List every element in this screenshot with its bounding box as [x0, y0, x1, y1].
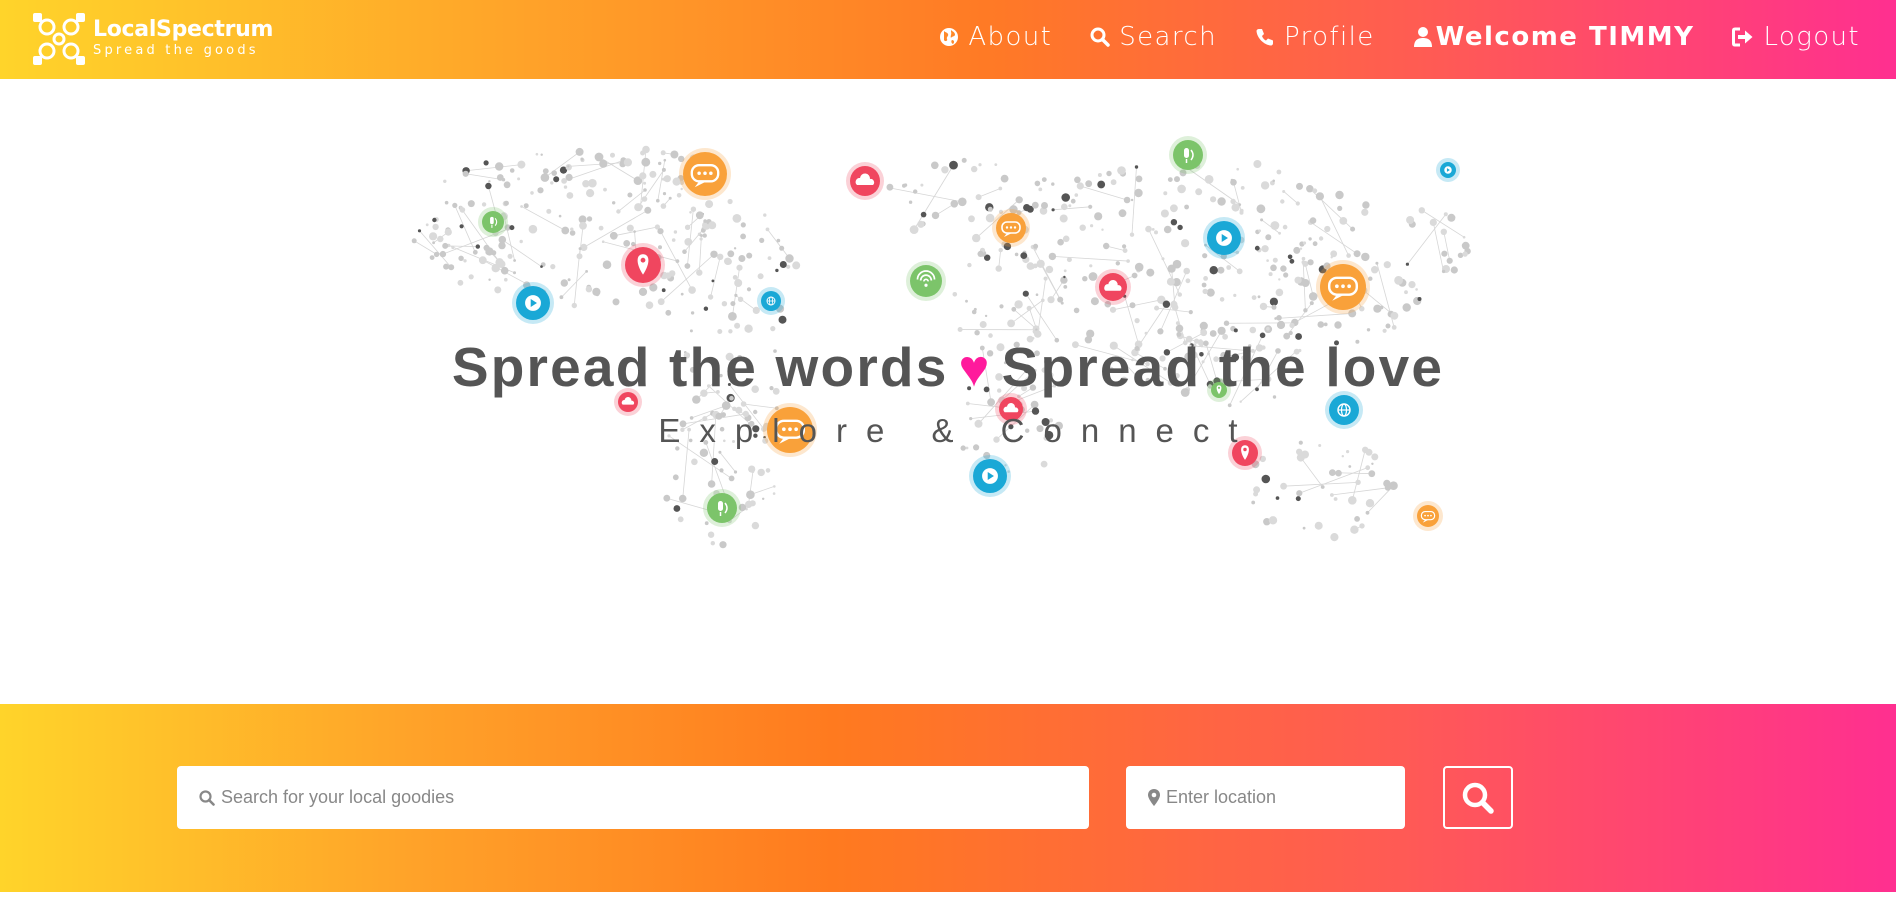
chat-badge-icon	[992, 209, 1030, 247]
search-icon	[199, 789, 215, 806]
logo-icon	[33, 13, 85, 65]
search-band: Search for your local goodies Enter loca…	[0, 704, 1896, 892]
hero-title-left: Spread the words	[451, 336, 949, 398]
search-icon	[1462, 782, 1494, 814]
location-placeholder: Enter location	[1166, 787, 1277, 807]
location-input[interactable]: Enter location	[1126, 766, 1405, 829]
nav-links: About Search Profile Welcome TIMMY Logou…	[901, 22, 1860, 52]
hero-section: Spread the words ♥ Spread the love Explore…	[0, 79, 1896, 704]
nav-logout[interactable]: Logout	[1732, 22, 1860, 52]
mic-badge-icon	[703, 489, 741, 527]
hero-subtitle: Explore & Connect	[658, 412, 1257, 449]
map-marker-icon	[1148, 789, 1160, 806]
globe-badge-icon	[757, 287, 785, 315]
wifi-badge-icon	[906, 261, 946, 301]
mic-badge-icon	[478, 207, 508, 237]
play-badge-icon	[1436, 158, 1460, 182]
play-badge-icon	[512, 282, 554, 324]
cloud-badge-icon	[846, 162, 884, 200]
brand-name: LocalSpectrum	[93, 17, 274, 42]
phone-icon	[1256, 29, 1273, 46]
brand-tagline: Spread the goods	[93, 43, 259, 58]
search-icon	[1090, 27, 1110, 47]
logout-icon	[1732, 27, 1753, 47]
heart-icon: ♥	[958, 340, 992, 398]
user-icon	[1413, 27, 1432, 47]
nav-search[interactable]: Search	[1090, 22, 1217, 52]
search-placeholder: Search for your local goodies	[221, 787, 455, 807]
welcome-label: Welcome TIMMY	[1435, 22, 1695, 52]
nav-logout-label: Logout	[1763, 22, 1860, 52]
hero-title-right: Spread the love	[1001, 336, 1445, 398]
mic-badge-icon	[1169, 136, 1207, 174]
play-badge-icon	[1203, 217, 1245, 259]
nav-search-label: Search	[1119, 22, 1217, 52]
page-bottom	[0, 892, 1896, 906]
nav-profile-label: Profile	[1283, 22, 1375, 52]
top-navbar: LocalSpectrum Spread the goods About Sea…	[0, 0, 1896, 79]
chat-badge-icon	[1413, 501, 1443, 531]
nav-welcome[interactable]: Welcome TIMMY	[1413, 22, 1695, 52]
brand[interactable]: LocalSpectrum Spread the goods	[33, 13, 273, 65]
nav-profile[interactable]: Profile	[1255, 22, 1375, 52]
globe-icon	[940, 28, 959, 46]
chat-badge-icon	[679, 148, 731, 200]
hero-title: Spread the words ♥ Spread the love	[0, 335, 1896, 399]
search-submit-button[interactable]	[1443, 766, 1513, 829]
nav-about[interactable]: About	[939, 22, 1052, 52]
play-badge-icon	[969, 455, 1011, 497]
search-input[interactable]: Search for your local goodies	[177, 766, 1089, 829]
cloud-badge-icon	[1095, 269, 1131, 305]
chat-badge-icon	[1316, 260, 1370, 314]
nav-about-label: About	[968, 22, 1053, 52]
pin-badge-icon	[621, 243, 665, 287]
